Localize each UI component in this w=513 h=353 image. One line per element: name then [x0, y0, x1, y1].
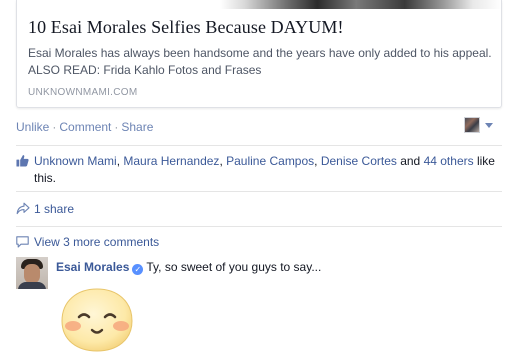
blushing-smiley-sticker	[61, 288, 133, 352]
link-title[interactable]: 10 Esai Morales Selfies Because DAYUM!	[28, 17, 344, 38]
liker-link[interactable]: Pauline Campos	[226, 154, 314, 168]
thumbs-up-icon[interactable]	[16, 154, 29, 167]
verified-badge-icon: ✓	[132, 264, 144, 275]
likes-and: and	[396, 154, 424, 168]
comment-text: Ty, so sweet of you guys to say...	[146, 260, 322, 274]
link-domain: UNKNOWNMAMI.COM	[28, 87, 138, 98]
share-arrow-icon	[16, 202, 30, 215]
comment: Esai Morales ✓ Ty, so sweet of you guys to…	[16, 257, 502, 353]
liker-link[interactable]: Denise Cortes	[321, 154, 397, 168]
share-link[interactable]: Share	[121, 120, 153, 134]
view-more-comments-link[interactable]: View 3 more comments	[16, 235, 159, 249]
unlike-link[interactable]: Unlike	[16, 120, 49, 134]
action-separator: ·	[114, 120, 119, 134]
likes-row: Unknown Mami, Maura Hernandez, Pauline C…	[16, 153, 502, 187]
divider	[16, 145, 502, 146]
liker-link[interactable]: Maura Hernandez	[123, 154, 219, 168]
viewer-selector[interactable]	[464, 117, 496, 134]
likes-comma: ,	[314, 154, 321, 168]
likes-others-link[interactable]: 44 others	[424, 154, 474, 168]
viewer-avatar	[464, 117, 480, 133]
view-more-comments: View 3 more comments	[16, 235, 159, 249]
likes-text: Unknown Mami, Maura Hernandez, Pauline C…	[16, 153, 502, 187]
commenter-avatar[interactable]	[16, 257, 48, 289]
speech-bubble-icon	[16, 236, 29, 248]
avatar-face	[24, 264, 40, 284]
chevron-down-icon	[485, 123, 493, 128]
action-separator: ·	[52, 120, 57, 134]
comment-line: Esai Morales ✓ Ty, so sweet of you guys to…	[56, 260, 321, 275]
shares-row: 1 share	[16, 202, 74, 216]
divider	[16, 191, 502, 192]
post-actions: Unlike · Comment · Share	[16, 120, 153, 134]
avatar-shirt	[18, 282, 46, 289]
comment-link[interactable]: Comment	[59, 120, 111, 134]
liker-link[interactable]: Unknown Mami	[34, 154, 117, 168]
divider	[16, 226, 502, 227]
comment-author-link[interactable]: Esai Morales	[56, 260, 129, 274]
link-description: Esai Morales has always been handsome an…	[28, 46, 492, 77]
